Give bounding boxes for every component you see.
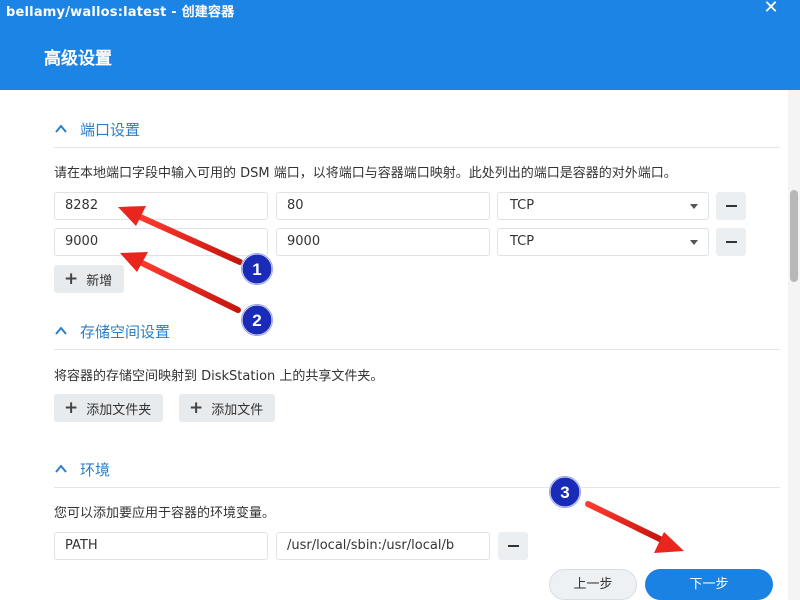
add-file-button[interactable]: + 添加文件 [179, 394, 276, 422]
next-button[interactable]: 下一步 [645, 569, 773, 600]
divider [54, 147, 780, 148]
container-port-input[interactable]: 9000 [276, 228, 490, 256]
add-port-label: 新增 [86, 273, 113, 289]
marker-2-label: 2 [252, 311, 261, 330]
chevron-up-icon [55, 124, 67, 133]
close-button[interactable]: ✕ [760, 0, 782, 18]
marker-1-label: 1 [252, 260, 261, 279]
env-name-input[interactable]: PATH [54, 532, 268, 560]
section-header-storage[interactable]: 存储空间设置 [54, 320, 170, 342]
section-title-environment: 环境 [80, 460, 111, 479]
add-folder-label: 添加文件夹 [86, 402, 152, 418]
minus-icon [725, 241, 737, 243]
annotation-marker-2: 2 [240, 303, 274, 337]
previous-button[interactable]: 上一步 [549, 569, 637, 600]
close-icon: ✕ [763, 0, 779, 18]
storage-description: 将容器的存储空间映射到 DiskStation 上的共享文件夹。 [54, 369, 384, 384]
divider [54, 487, 780, 488]
protocol-value: TCP [510, 198, 535, 213]
chevron-up-icon [55, 464, 67, 473]
scrollbar[interactable] [788, 90, 800, 600]
plus-icon: + [64, 397, 79, 418]
protocol-select[interactable]: TCP [497, 228, 709, 256]
chevron-up-icon [55, 326, 67, 335]
environment-description: 您可以添加要应用于容器的环境变量。 [54, 506, 276, 521]
add-port-button[interactable]: + 新增 [54, 265, 125, 293]
create-container-dialog: bellamy/wallos:latest - 创建容器 ✕ 高级设置 端口设置… [0, 0, 800, 600]
section-title-storage: 存储空间设置 [80, 322, 171, 341]
env-value-input[interactable]: /usr/local/sbin:/usr/local/b [276, 532, 490, 560]
protocol-select[interactable]: TCP [497, 192, 709, 220]
plus-icon: + [189, 397, 204, 418]
remove-port-button[interactable] [716, 192, 746, 220]
marker-3-label: 3 [560, 483, 569, 502]
container-port-input[interactable]: 80 [276, 192, 490, 220]
annotation-marker-1: 1 [240, 252, 274, 286]
ports-description: 请在本地端口字段中输入可用的 DSM 端口，以将端口与容器端口映射。此处列出的端… [54, 166, 677, 181]
section-header-ports[interactable]: 端口设置 [54, 118, 140, 140]
divider [54, 349, 780, 350]
annotation-arrow-3 [585, 501, 684, 553]
add-folder-button[interactable]: + 添加文件夹 [54, 394, 164, 422]
scrollbar-thumb[interactable] [790, 190, 798, 282]
annotation-marker-3: 3 [548, 475, 582, 509]
minus-icon [507, 545, 519, 547]
caret-down-icon [690, 240, 698, 245]
remove-port-button[interactable] [716, 228, 746, 256]
add-file-label: 添加文件 [211, 402, 264, 418]
section-header-environment[interactable]: 环境 [54, 458, 110, 480]
local-port-input[interactable]: 9000 [54, 228, 268, 256]
dialog-header: bellamy/wallos:latest - 创建容器 ✕ 高级设置 [0, 0, 800, 90]
remove-env-button[interactable] [498, 532, 528, 560]
caret-down-icon [690, 204, 698, 209]
minus-icon [725, 205, 737, 207]
local-port-input[interactable]: 8282 [54, 192, 268, 220]
protocol-value: TCP [510, 234, 535, 249]
plus-icon: + [64, 268, 79, 289]
page-title: 高级设置 [44, 49, 112, 69]
section-title-ports: 端口设置 [80, 120, 141, 139]
annotation-arrow-2 [120, 252, 241, 313]
window-title: bellamy/wallos:latest - 创建容器 [6, 5, 235, 20]
